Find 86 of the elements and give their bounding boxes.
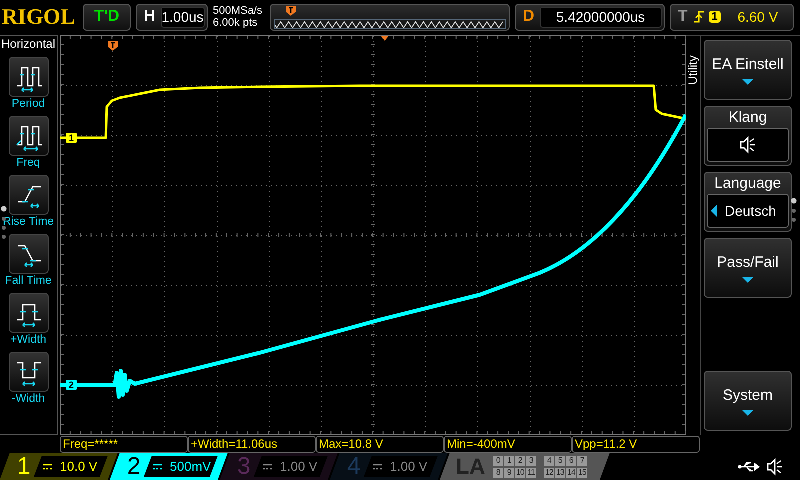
softkey-title: Language bbox=[714, 175, 782, 192]
channel-bit: 6 bbox=[566, 456, 576, 466]
channel-bit: 7 bbox=[577, 456, 588, 466]
run-status: T'D bbox=[83, 4, 131, 30]
channel-bit: 0 bbox=[493, 456, 504, 466]
measurement-readout: Max=10.8 V bbox=[316, 436, 444, 453]
left-triangle-icon bbox=[711, 205, 717, 217]
down-triangle-icon bbox=[742, 78, 754, 84]
memory-depth: 6.00k pts bbox=[213, 17, 259, 29]
usb-icon bbox=[738, 460, 760, 472]
channel-number: 3 bbox=[236, 452, 252, 480]
channel-number: 4 bbox=[346, 452, 362, 480]
channel-number: 1 bbox=[16, 452, 32, 480]
menu-softkey[interactable]: EA Einstell bbox=[704, 40, 792, 100]
down-triangle-icon bbox=[742, 410, 754, 416]
channel-bit: 10 bbox=[515, 468, 526, 478]
channel-button[interactable]: 4 1.00 V bbox=[330, 453, 448, 480]
delay-label: D bbox=[522, 8, 536, 26]
speaker-icon bbox=[739, 136, 757, 154]
menu-title: Horizontal bbox=[1, 37, 56, 51]
trigger-level: 6.60 V bbox=[736, 9, 780, 25]
menu-label: Fall Time bbox=[5, 275, 52, 287]
channel-bit: 3 bbox=[526, 456, 536, 466]
menu-softkey[interactable]: System bbox=[704, 371, 792, 431]
rising-edge-icon bbox=[692, 10, 705, 24]
channel-bit: 9 bbox=[504, 468, 514, 478]
trigger-position-icon bbox=[286, 6, 296, 16]
softkey-title: Klang bbox=[728, 109, 768, 126]
brand-logo: RIGOL bbox=[2, 4, 76, 30]
measurement-readout: Min=-400mV bbox=[444, 436, 572, 453]
menu-title: Utility bbox=[686, 56, 700, 88]
dc-coupling-icon bbox=[373, 464, 382, 470]
waveform-preview-icon bbox=[275, 20, 505, 28]
page-dots-icon bbox=[791, 198, 797, 224]
menu-label: +Width bbox=[10, 334, 47, 346]
sound-toggle[interactable] bbox=[707, 128, 789, 162]
channel-bit: 2 bbox=[515, 456, 526, 466]
timebase-label: H bbox=[143, 8, 157, 26]
delay-panel[interactable]: D 5.42000000us bbox=[515, 4, 665, 30]
center-marker-icon bbox=[381, 36, 389, 41]
channel-bit: 11 bbox=[526, 468, 536, 478]
trigger-source: 1 bbox=[708, 11, 721, 23]
menu-label: Period bbox=[12, 98, 46, 110]
channel-bit: 13 bbox=[555, 468, 566, 478]
timebase-value: 1.00us bbox=[160, 6, 205, 28]
channel-marker: 2 bbox=[66, 380, 78, 390]
measure-button[interactable] bbox=[8, 293, 48, 333]
channel-button[interactable]: 3 1.00 V bbox=[220, 453, 338, 480]
trigger-label: T bbox=[677, 8, 689, 26]
sample-rate: 500MSa/s bbox=[213, 5, 264, 17]
measurement-readout: +Width=11.06us bbox=[188, 436, 316, 453]
measure-button[interactable] bbox=[8, 116, 48, 156]
dc-coupling-icon bbox=[153, 464, 162, 470]
channel-bit: 4 bbox=[544, 456, 554, 466]
channel-scale: 500mV bbox=[170, 459, 212, 474]
channel-scale: 1.00 V bbox=[390, 459, 428, 474]
channel-bit: 8 bbox=[493, 468, 504, 478]
measure-button[interactable] bbox=[8, 57, 48, 97]
channel-scale: 1.00 V bbox=[280, 459, 318, 474]
language-select[interactable]: Deutsch bbox=[707, 194, 789, 228]
channel-marker: 1 bbox=[66, 133, 78, 143]
speaker-icon bbox=[766, 458, 784, 476]
channel-scale: 10.0 V bbox=[60, 459, 98, 474]
timebase-panel[interactable]: H 1.00us bbox=[136, 4, 208, 30]
channel-bit: 14 bbox=[566, 468, 576, 478]
menu-label: -Width bbox=[12, 393, 46, 405]
channel-bit: 1 bbox=[504, 456, 514, 466]
channel-button[interactable]: 2 500mV bbox=[110, 453, 228, 480]
measure-button[interactable] bbox=[8, 175, 48, 215]
dc-coupling-icon bbox=[43, 464, 52, 470]
measurement-readout: Vpp=11.2 V bbox=[572, 436, 700, 453]
channel-bit: 5 bbox=[555, 456, 566, 466]
channel-button[interactable]: 1 10.0 V bbox=[0, 453, 118, 480]
channel-bit: 12 bbox=[544, 468, 554, 478]
dc-coupling-icon bbox=[263, 464, 272, 470]
menu-label: Freq bbox=[16, 157, 40, 169]
trigger-position-icon bbox=[108, 41, 118, 51]
measurement-readout: Freq=***** bbox=[60, 436, 188, 453]
menu-softkey[interactable]: Pass/Fail bbox=[704, 238, 792, 298]
measure-button[interactable] bbox=[8, 352, 48, 392]
down-triangle-icon bbox=[742, 276, 754, 282]
measure-button[interactable] bbox=[8, 234, 48, 274]
trigger-panel[interactable]: T 1 6.60 V bbox=[670, 4, 794, 30]
channel-bit: 15 bbox=[577, 468, 588, 478]
channel-number: 2 bbox=[126, 452, 142, 480]
delay-value: 5.42000000us bbox=[540, 6, 662, 28]
